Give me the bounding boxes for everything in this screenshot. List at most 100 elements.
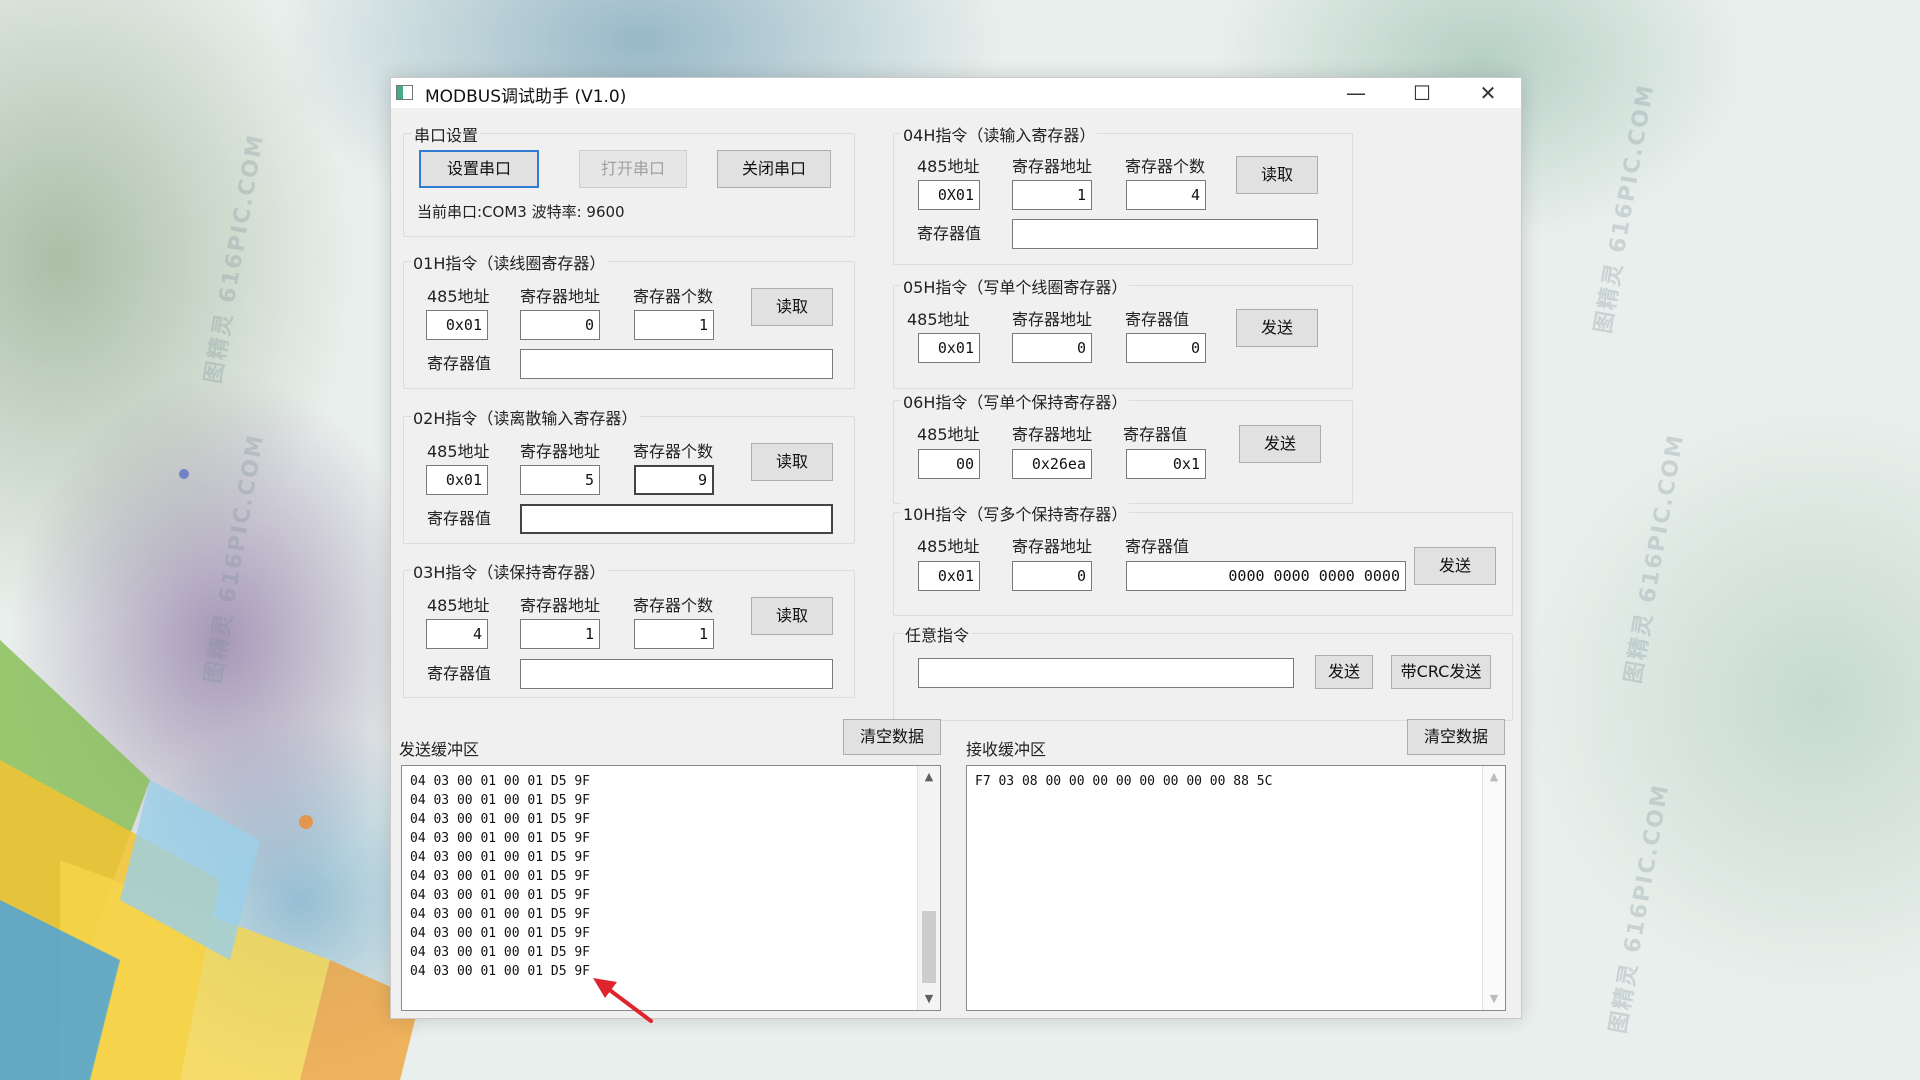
cmd01-col-regaddr: 寄存器地址	[520, 287, 601, 306]
buffer-line: 04 03 00 01 00 01 D5 9F	[410, 945, 591, 960]
cmd01-value-label: 寄存器值	[427, 354, 492, 373]
cmd01-col-485: 485地址	[427, 287, 490, 306]
serial-status: 当前串口:COM3 波特率: 9600	[417, 203, 625, 221]
buffer-line: 04 03 00 01 00 01 D5 9F	[410, 907, 591, 922]
scroll-up-icon[interactable]: ▲	[1483, 766, 1505, 788]
cmd05-send-button[interactable]: 发送	[1236, 309, 1318, 347]
buffer-line: 04 03 00 01 00 01 D5 9F	[410, 926, 591, 941]
custom-send-button[interactable]: 发送	[1315, 655, 1373, 689]
cmd03-label: 03H指令（读保持寄存器）	[411, 559, 608, 583]
buffer-line: 04 03 00 01 00 01 D5 9F	[410, 812, 591, 827]
cmd10-col-regaddr: 寄存器地址	[1012, 537, 1093, 556]
buffer-line: F7 03 08 00 00 00 00 00 00 00 00 88 5C	[975, 774, 1273, 789]
minimize-icon[interactable]: —	[1323, 78, 1389, 108]
recv-buffer-label: 接收缓冲区	[966, 740, 1047, 759]
cmd05-col-485: 485地址	[907, 310, 970, 329]
recv-buffer-textarea[interactable]: F7 03 08 00 00 00 00 00 00 00 00 88 5C ▲…	[966, 765, 1506, 1011]
cmd04-col-regaddr: 寄存器地址	[1012, 157, 1093, 176]
buffer-line: 04 03 00 01 00 01 D5 9F	[410, 831, 591, 846]
app-icon	[396, 85, 413, 100]
cmd04-value-input[interactable]	[1012, 219, 1318, 249]
watermark-left-2: 图精灵 616PIC.COM	[200, 431, 270, 686]
cmd01-485-input[interactable]: 0x01	[426, 310, 488, 340]
cmd02-value-input[interactable]	[520, 504, 833, 534]
watermark-left: 图精灵 616PIC.COM	[200, 131, 270, 386]
cmd03-read-button[interactable]: 读取	[751, 597, 833, 635]
close-serial-button[interactable]: 关闭串口	[717, 150, 831, 188]
cmd03-regaddr-input[interactable]: 1	[520, 619, 600, 649]
cmd03-value-input[interactable]	[520, 659, 833, 689]
cmd04-regaddr-input[interactable]: 1	[1012, 180, 1092, 210]
cmd04-col-485: 485地址	[917, 157, 980, 176]
cmd10-regaddr-input[interactable]: 0	[1012, 561, 1092, 591]
cmd04-regcount-input[interactable]: 4	[1126, 180, 1206, 210]
cmd10-send-button[interactable]: 发送	[1414, 547, 1496, 585]
cmd06-regvalue-input[interactable]: 0x1	[1126, 449, 1206, 479]
cmd02-485-input[interactable]: 0x01	[426, 465, 488, 495]
cmd05-col-regvalue: 寄存器值	[1125, 310, 1190, 329]
cmd02-regaddr-input[interactable]: 5	[520, 465, 600, 495]
maximize-icon[interactable]: ☐	[1389, 78, 1455, 108]
cmd10-col-regvalue: 寄存器值	[1125, 537, 1190, 556]
cmd01-value-input[interactable]	[520, 349, 833, 379]
window-title: MODBUS调试助手 (V1.0)	[425, 87, 627, 107]
setup-serial-button[interactable]: 设置串口	[419, 150, 539, 188]
cmd02-read-button[interactable]: 读取	[751, 443, 833, 481]
cmd04-485-input[interactable]: 0X01	[918, 180, 980, 210]
cmd10-col-485: 485地址	[917, 537, 980, 556]
cmd02-col-regaddr: 寄存器地址	[520, 442, 601, 461]
cmd03-value-label: 寄存器值	[427, 664, 492, 683]
cmd03-col-regaddr: 寄存器地址	[520, 596, 601, 615]
scroll-down-icon[interactable]: ▼	[918, 988, 940, 1010]
recv-clear-button[interactable]: 清空数据	[1407, 719, 1505, 755]
open-serial-button[interactable]: 打开串口	[579, 150, 687, 188]
cmd06-label: 06H指令（写单个保持寄存器）	[901, 389, 1130, 413]
close-icon[interactable]: ✕	[1455, 78, 1521, 108]
cmd05-col-regaddr: 寄存器地址	[1012, 310, 1093, 329]
recv-buffer-lines: F7 03 08 00 00 00 00 00 00 00 00 88 5C	[975, 772, 1272, 791]
cmd03-485-input[interactable]: 4	[426, 619, 488, 649]
send-clear-button[interactable]: 清空数据	[843, 719, 941, 755]
cmd01-read-button[interactable]: 读取	[751, 288, 833, 326]
cmd04-label: 04H指令（读输入寄存器）	[901, 122, 1098, 146]
cmd10-regvalue-input[interactable]: 0000 0000 0000 0000	[1126, 561, 1406, 591]
watermark-right-3: 图精灵 616PIC.COM	[1605, 781, 1675, 1036]
cmd01-regcount-input[interactable]: 1	[634, 310, 714, 340]
scroll-thumb[interactable]	[922, 911, 936, 983]
cmd04-value-label: 寄存器值	[917, 224, 982, 243]
send-buffer-textarea[interactable]: 04 03 00 01 00 01 D5 9F 04 03 00 01 00 01…	[401, 765, 941, 1011]
cmd04-read-button[interactable]: 读取	[1236, 156, 1318, 194]
cmd06-485-input[interactable]: 00	[918, 449, 980, 479]
cmd02-regcount-input[interactable]: 9	[634, 465, 714, 495]
cmd01-label: 01H指令（读线圈寄存器）	[411, 250, 608, 274]
cmd06-col-regvalue: 寄存器值	[1123, 425, 1188, 444]
cmd05-regvalue-input[interactable]: 0	[1126, 333, 1206, 363]
cmd05-label: 05H指令（写单个线圈寄存器）	[901, 274, 1130, 298]
cmd02-value-label: 寄存器值	[427, 509, 492, 528]
watermark-right-2: 图精灵 616PIC.COM	[1620, 431, 1690, 686]
app-window: MODBUS调试助手 (V1.0) — ☐ ✕ 串口设置 设置串口 打开串口 关…	[390, 77, 1522, 1023]
cmd10-label: 10H指令（写多个保持寄存器）	[901, 501, 1130, 525]
cmd05-regaddr-input[interactable]: 0	[1012, 333, 1092, 363]
scroll-up-icon[interactable]: ▲	[918, 766, 940, 788]
cmd01-regaddr-input[interactable]: 0	[520, 310, 600, 340]
cmd05-485-input[interactable]: 0x01	[918, 333, 980, 363]
cmd03-col-regcount: 寄存器个数	[633, 596, 714, 615]
custom-crc-send-button[interactable]: 带CRC发送	[1391, 655, 1491, 689]
buffer-line: 04 03 00 01 00 01 D5 9F	[410, 774, 591, 789]
cmd02-col-regcount: 寄存器个数	[633, 442, 714, 461]
buffer-line: 04 03 00 01 00 01 D5 9F	[410, 869, 591, 884]
send-buffer-label: 发送缓冲区	[399, 740, 480, 759]
cmd06-send-button[interactable]: 发送	[1239, 425, 1321, 463]
recv-buffer-scrollbar[interactable]: ▲ ▼	[1482, 766, 1505, 1010]
cmd02-label: 02H指令（读离散输入寄存器）	[411, 405, 640, 429]
cmd02-col-485: 485地址	[427, 442, 490, 461]
buffer-line: 04 03 00 01 00 01 D5 9F	[410, 793, 591, 808]
cmd10-485-input[interactable]: 0x01	[918, 561, 980, 591]
cmd06-col-regaddr: 寄存器地址	[1012, 425, 1093, 444]
custom-command-input[interactable]	[918, 658, 1294, 688]
scroll-down-icon[interactable]: ▼	[1483, 988, 1505, 1010]
cmd06-regaddr-input[interactable]: 0x26ea	[1012, 449, 1092, 479]
send-buffer-scrollbar[interactable]: ▲ ▼	[917, 766, 940, 1010]
cmd03-regcount-input[interactable]: 1	[634, 619, 714, 649]
